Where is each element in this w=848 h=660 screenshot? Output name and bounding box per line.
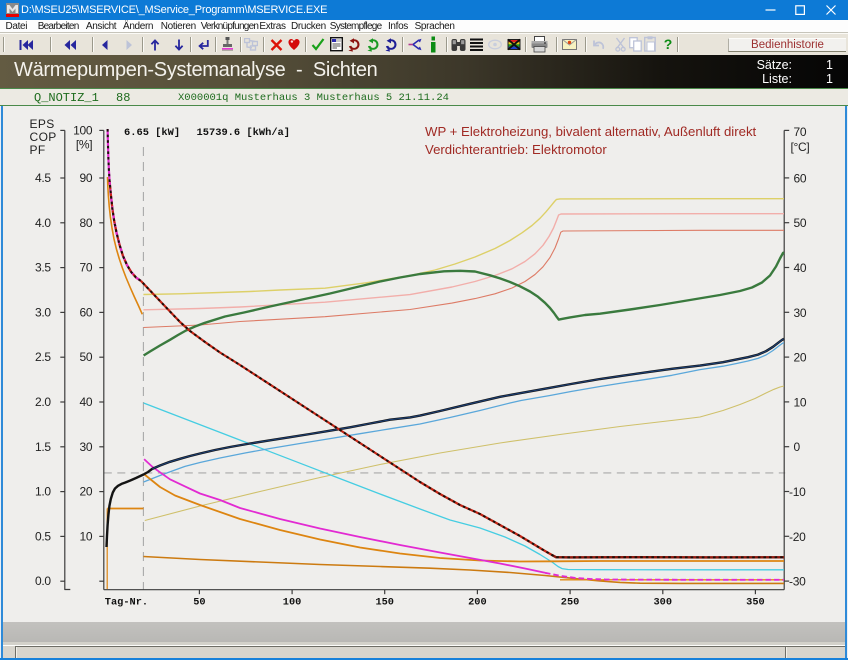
svg-text:3.0: 3.0 xyxy=(35,305,51,319)
svg-text:1.5: 1.5 xyxy=(35,440,51,454)
svg-text:0.0: 0.0 xyxy=(35,574,51,588)
svg-text:200: 200 xyxy=(468,597,487,609)
svg-text:30: 30 xyxy=(794,306,807,320)
svg-text:50: 50 xyxy=(193,597,205,609)
svg-text:20: 20 xyxy=(794,351,807,365)
svg-text:1.0: 1.0 xyxy=(35,485,51,499)
svg-text:WP + Elektroheizung, bivalent: WP + Elektroheizung, bivalent alternativ… xyxy=(425,124,757,139)
svg-text:300: 300 xyxy=(653,597,672,609)
svg-text:4.0: 4.0 xyxy=(35,216,51,230)
svg-text:10: 10 xyxy=(794,395,807,409)
svg-text:60: 60 xyxy=(794,171,807,185)
svg-text:2.0: 2.0 xyxy=(35,395,51,409)
svg-text:-20: -20 xyxy=(789,530,806,544)
svg-text:-10: -10 xyxy=(789,485,806,499)
svg-text:40: 40 xyxy=(794,261,807,275)
svg-text:70: 70 xyxy=(794,125,807,139)
svg-text:80: 80 xyxy=(80,216,93,230)
svg-text:Verdichterantrieb: Elektromoto: Verdichterantrieb: Elektromotor xyxy=(425,142,607,157)
svg-text:3.5: 3.5 xyxy=(35,261,51,275)
svg-text:-30: -30 xyxy=(789,575,806,589)
svg-text:20: 20 xyxy=(80,485,93,499)
svg-text:15739.6 [kWh/a]: 15739.6 [kWh/a] xyxy=(197,127,291,139)
svg-text:0.5: 0.5 xyxy=(35,529,51,543)
svg-text:90: 90 xyxy=(80,171,93,185)
svg-text:10: 10 xyxy=(80,529,93,543)
svg-text:100: 100 xyxy=(73,124,93,138)
svg-text:40: 40 xyxy=(80,395,93,409)
svg-text:100: 100 xyxy=(283,597,302,609)
svg-text:50: 50 xyxy=(80,350,93,364)
svg-text:2.5: 2.5 xyxy=(35,350,51,364)
svg-text:60: 60 xyxy=(80,305,93,319)
svg-text:30: 30 xyxy=(80,440,93,454)
svg-text:[%]: [%] xyxy=(76,138,92,152)
svg-text:70: 70 xyxy=(80,261,93,275)
svg-text:COP: COP xyxy=(30,130,57,144)
svg-text:Tag-Nr.: Tag-Nr. xyxy=(105,597,148,609)
svg-text:350: 350 xyxy=(746,597,765,609)
svg-text:4.5: 4.5 xyxy=(35,171,51,185)
svg-text:250: 250 xyxy=(561,597,580,609)
svg-text:EPS: EPS xyxy=(30,117,55,131)
svg-text:50: 50 xyxy=(794,216,807,230)
svg-text:150: 150 xyxy=(375,597,394,609)
svg-text:0: 0 xyxy=(794,440,801,454)
svg-text:[°C]: [°C] xyxy=(791,140,810,154)
svg-text:PF: PF xyxy=(30,143,46,157)
svg-text:6.65 [kW]: 6.65 [kW] xyxy=(124,127,180,139)
